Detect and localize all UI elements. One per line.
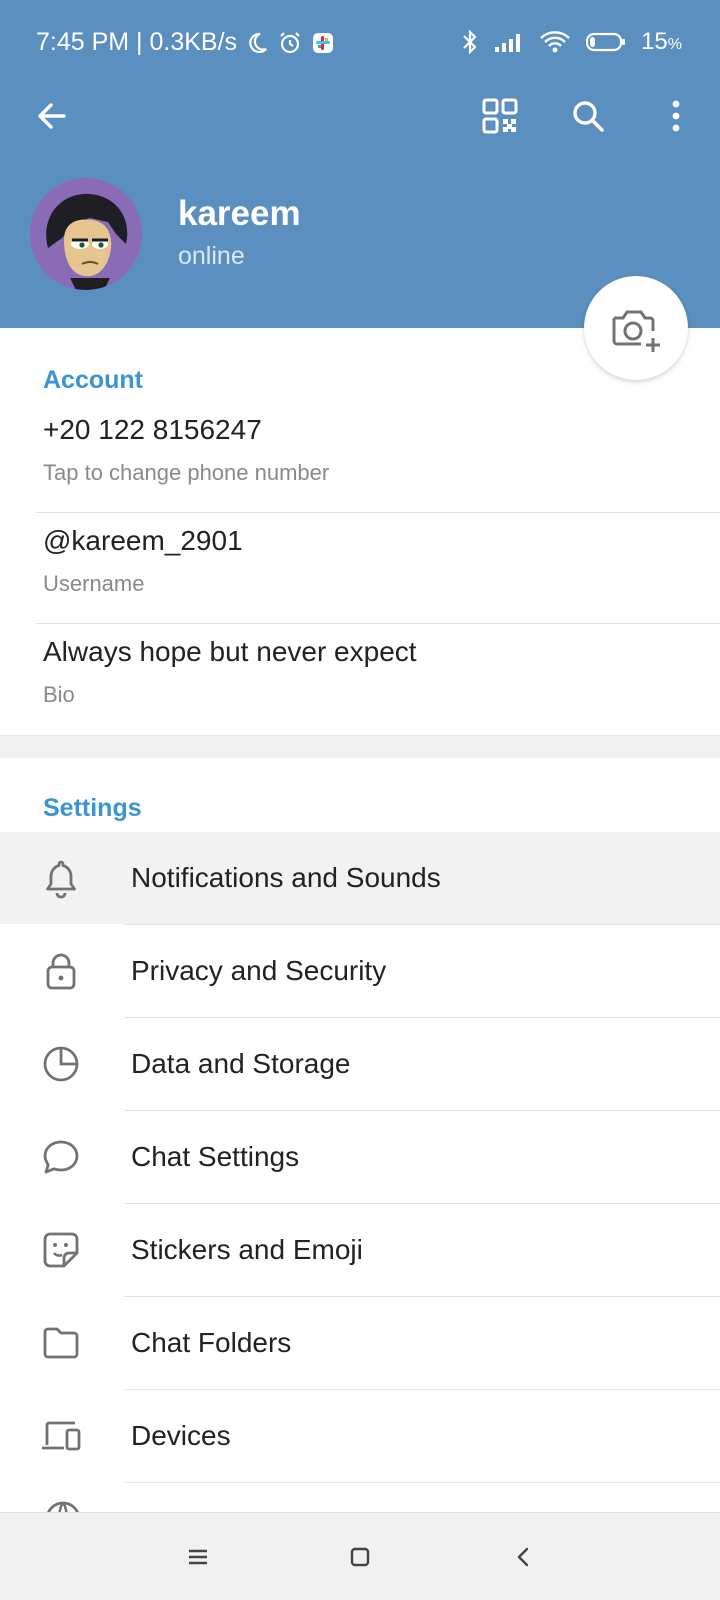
chevron-left-icon (517, 1547, 529, 1567)
section-separator (0, 736, 720, 758)
set-photo-button[interactable] (584, 276, 688, 380)
username: @kareem_2901 (43, 525, 243, 556)
settings-item-notifications[interactable]: Notifications and Sounds (0, 832, 720, 924)
bell-icon (38, 855, 84, 901)
username-label: Username (43, 571, 145, 596)
settings-item-chat-settings[interactable]: Chat Settings (0, 1111, 720, 1203)
back-button[interactable] (28, 92, 76, 140)
status-left: 7:45 PM | 0.3KB/s (36, 28, 335, 57)
settings-item-label: Data and Storage (131, 1048, 351, 1079)
pie-chart-icon (38, 1041, 84, 1087)
wifi-icon (540, 31, 570, 53)
system-back-button[interactable] (502, 1535, 546, 1579)
settings-item-devices[interactable]: Devices (0, 1390, 720, 1482)
status-bar: 7:45 PM | 0.3KB/s 15% (0, 0, 720, 84)
recent-apps-button[interactable] (176, 1535, 220, 1579)
devices-icon (38, 1413, 84, 1459)
status-time-speed: 7:45 PM | 0.3KB/s (36, 28, 238, 56)
settings-item-label: Chat Settings (131, 1141, 300, 1172)
system-nav-bar (0, 1512, 720, 1600)
bio: Always hope but never expect (43, 636, 417, 667)
divider (36, 512, 720, 513)
qr-code-button[interactable] (476, 92, 524, 140)
lock-icon (38, 948, 84, 994)
bio-item[interactable]: Always hope but never expect Bio (43, 636, 720, 708)
settings-section-title: Settings (43, 794, 142, 822)
camera-add-icon (612, 310, 660, 352)
account-section-title: Account (43, 366, 143, 394)
avatar[interactable] (30, 178, 142, 290)
settings-item-stickers[interactable]: Stickers and Emoji (0, 1204, 720, 1296)
profile-status: online (178, 242, 245, 270)
avatar-image (30, 178, 142, 290)
divider (124, 1482, 720, 1483)
battery-icon (585, 32, 626, 52)
settings-item-label: Notifications and Sounds (131, 862, 441, 893)
menu-icon (189, 1549, 207, 1565)
moon-icon (249, 32, 267, 53)
settings-item-label: Devices (131, 1420, 231, 1451)
phone-number-label: Tap to change phone number (43, 460, 330, 485)
status-right: 15% (461, 28, 682, 56)
qr-code-icon (482, 98, 518, 134)
settings-item-label: Stickers and Emoji (131, 1234, 363, 1265)
battery-percent: 15 (641, 28, 668, 55)
arrow-left-icon (38, 103, 66, 129)
slack-icon (313, 32, 334, 53)
profile-header: 7:45 PM | 0.3KB/s 15% kareem online (0, 0, 720, 328)
battery-unit: % (667, 36, 682, 53)
chat-bubble-icon (38, 1134, 84, 1180)
settings-item-data-storage[interactable]: Data and Storage (0, 1018, 720, 1110)
bio-label: Bio (43, 682, 75, 707)
settings-item-chat-folders[interactable]: Chat Folders (0, 1297, 720, 1389)
divider (36, 623, 720, 624)
alarm-icon (280, 31, 300, 53)
settings-item-label: Privacy and Security (131, 955, 387, 986)
search-button[interactable] (564, 92, 612, 140)
profile-name: kareem (178, 194, 301, 233)
sticker-icon (38, 1227, 84, 1273)
more-vertical-icon (672, 100, 680, 132)
folder-icon (38, 1320, 84, 1366)
phone-number-item[interactable]: +20 122 8156247 Tap to change phone numb… (43, 414, 720, 486)
username-item[interactable]: @kareem_2901 Username (43, 525, 720, 597)
settings-item-privacy[interactable]: Privacy and Security (0, 925, 720, 1017)
search-icon (573, 101, 604, 132)
signal-icon (495, 34, 521, 52)
home-square-icon (350, 1547, 370, 1567)
home-button[interactable] (338, 1535, 382, 1579)
bluetooth-icon (463, 29, 477, 55)
settings-item-label: Chat Folders (131, 1327, 292, 1358)
battery-level: 15% (641, 28, 682, 56)
more-options-button[interactable] (652, 92, 700, 140)
phone-number: +20 122 8156247 (43, 414, 262, 445)
